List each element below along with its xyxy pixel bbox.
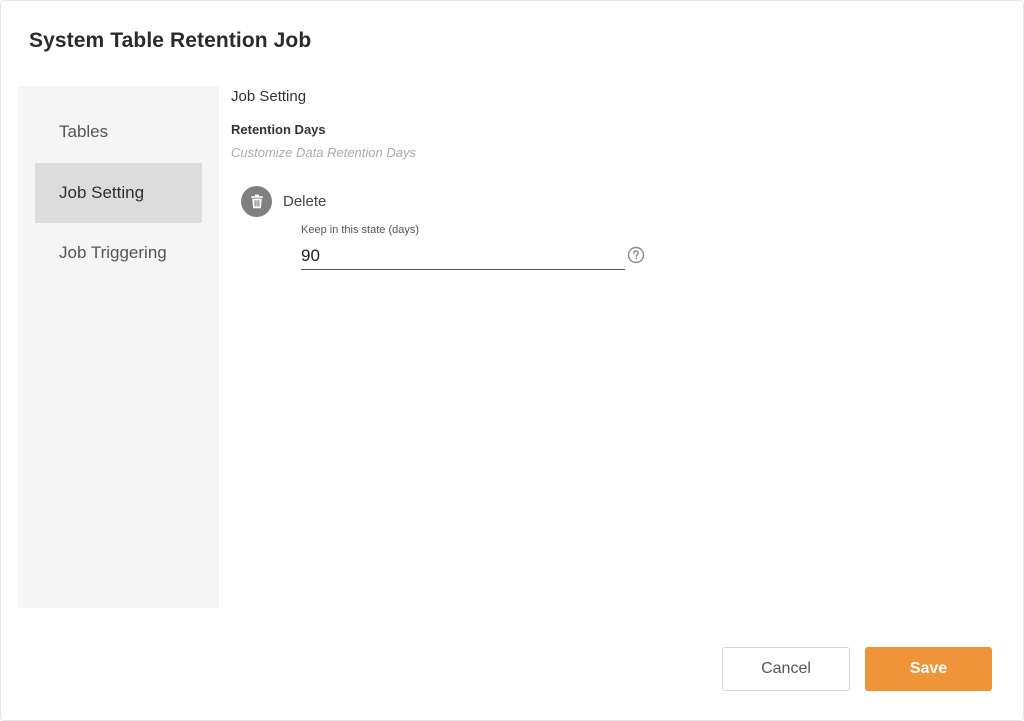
retention-job-dialog: System Table Retention Job Tables Job Se… — [0, 0, 1024, 721]
keep-days-input[interactable] — [301, 242, 625, 270]
section-heading: Job Setting — [231, 88, 307, 105]
dialog-title: System Table Retention Job — [29, 29, 312, 52]
trash-icon — [241, 186, 272, 217]
sidebar-item-label: Tables — [59, 122, 109, 141]
save-button[interactable]: Save — [865, 647, 992, 691]
sidebar-item-job-triggering[interactable]: Job Triggering — [35, 223, 202, 283]
cancel-button[interactable]: Cancel — [722, 647, 850, 691]
question-circle-icon[interactable] — [627, 246, 645, 264]
retention-days-label: Retention Days — [231, 122, 326, 137]
sidebar-item-job-setting[interactable]: Job Setting — [35, 163, 202, 223]
sidebar-item-tables[interactable]: Tables — [35, 102, 202, 162]
sidebar-item-label: Job Triggering — [59, 243, 167, 262]
keep-days-field: Keep in this state (days) — [301, 224, 625, 270]
delete-action-label: Delete — [283, 193, 327, 210]
sidebar-item-label: Job Setting — [59, 183, 145, 202]
retention-days-hint: Customize Data Retention Days — [231, 145, 416, 160]
delete-action-row: Delete — [241, 186, 326, 217]
sidebar: Tables Job Setting Job Triggering — [18, 86, 219, 608]
keep-days-caption: Keep in this state (days) — [301, 224, 420, 236]
